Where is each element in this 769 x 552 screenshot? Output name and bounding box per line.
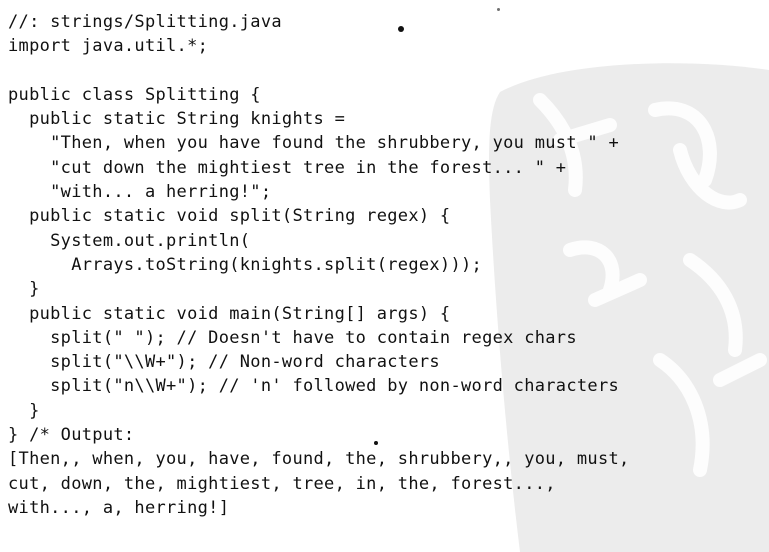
code-line: } /* Output: (8, 425, 135, 446)
speck-mark (398, 26, 404, 32)
code-line: import java.util.*; (8, 36, 209, 57)
code-line: cut, down, the, mightiest, tree, in, the… (8, 473, 556, 494)
code-line: split("n\\W+"); // 'n' followed by non-w… (8, 376, 620, 397)
speck-mark (374, 441, 378, 445)
code-line: [Then,, when, you, have, found, the, shr… (8, 449, 630, 470)
code-line: "cut down the mightiest tree in the fore… (8, 157, 567, 178)
code-listing: //: strings/Splitting.java import java.ut… (8, 10, 630, 520)
code-line: "with... a herring!"; (8, 182, 272, 203)
code-line: } (8, 400, 40, 421)
code-line: public static void split(String regex) { (8, 206, 451, 227)
code-line: //: strings/Splitting.java (8, 12, 282, 32)
code-line: "Then, when you have found the shrubbery… (8, 133, 620, 154)
code-line: split("\\W+"); // Non-word characters (8, 352, 440, 373)
code-line: public static String knights = (8, 109, 346, 130)
speck-mark (497, 8, 500, 11)
code-line: with..., a, herring!] (8, 497, 230, 518)
code-line: } (8, 279, 40, 300)
code-line: Arrays.toString(knights.split(regex))); (8, 254, 483, 275)
code-line: split(" "); // Doesn't have to contain r… (8, 327, 577, 348)
code-line: public static void main(String[] args) { (8, 303, 451, 324)
document-page: //: strings/Splitting.java import java.ut… (0, 0, 769, 552)
code-line: System.out.println( (8, 230, 251, 251)
code-line: public class Splitting { (8, 84, 261, 105)
